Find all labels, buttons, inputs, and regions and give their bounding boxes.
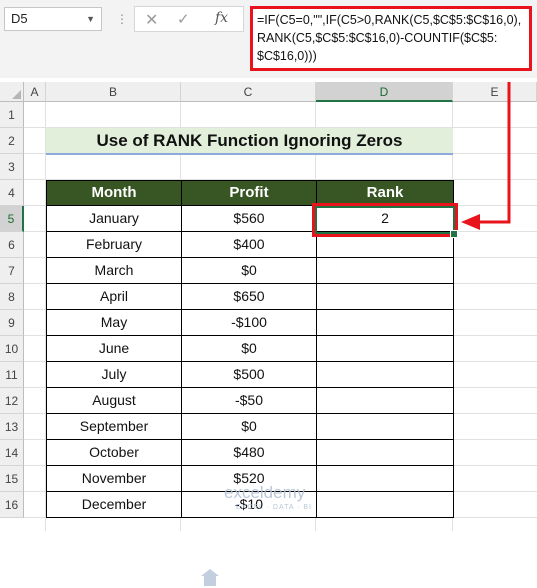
spreadsheet-grid: A B C D E 1 2 3 4 5 6 7 8 9 10 11 12 13 14 15 16 Use of… [0,82,537,586]
formula-buttons: ✕ ✓ fx [134,6,244,32]
resize-handle-icon[interactable]: ⋮ [116,12,128,26]
cancel-icon[interactable]: ✕ [145,10,158,30]
formula-input[interactable]: =IF(C5=0,"",IF(C5>0,RANK(C5,$C$5:$C$16,0… [250,6,532,71]
enter-icon[interactable]: ✓ [177,10,190,28]
watermark: exceldemy [224,483,306,502]
watermark-tagline: EXCEL · DATA · BI [236,504,312,511]
chevron-down-icon[interactable]: ▼ [86,8,95,30]
name-box[interactable]: D5 ▼ [4,7,102,31]
insert-function-icon[interactable]: fx [215,10,228,26]
name-box-value: D5 [11,11,28,26]
callout-arrow [461,82,511,230]
formula-toolbar: D5 ▼ ⋮ ✕ ✓ fx =IF(C5=0,"",IF(C5>0,RANK(C… [0,0,537,78]
watermark-logo-icon [201,569,219,586]
